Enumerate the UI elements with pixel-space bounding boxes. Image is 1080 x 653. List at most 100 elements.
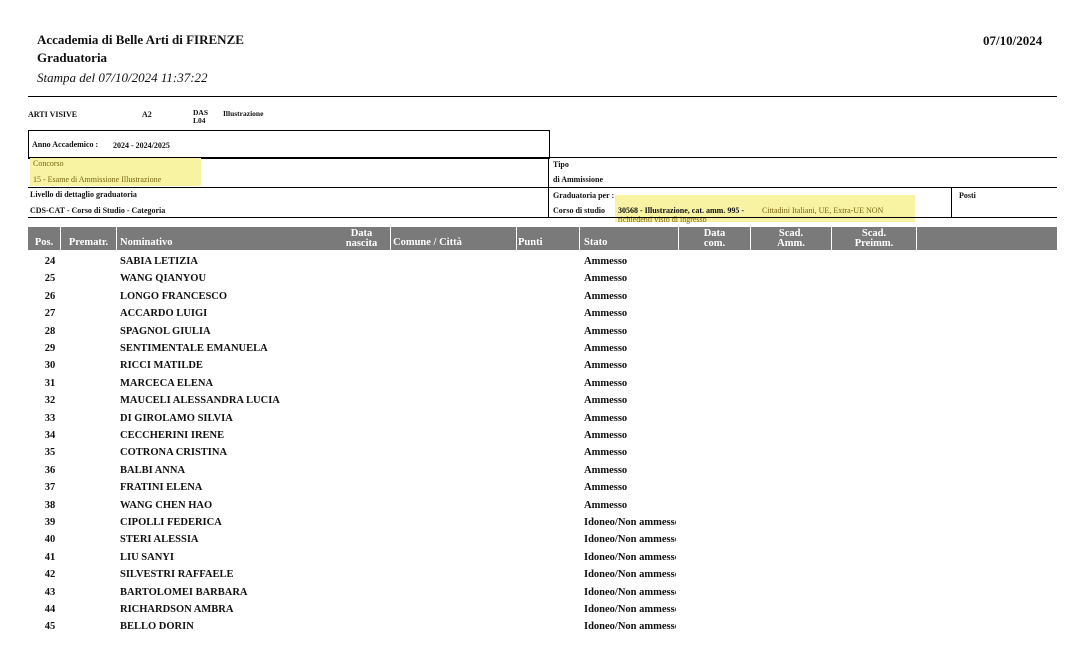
table-row: 45 BELLO DORIN Idoneo/Non ammesso <box>28 618 1028 635</box>
posti-label: Posti <box>959 191 976 200</box>
col-sep <box>116 227 117 250</box>
table-row: 30 RICCI MATILDE Ammesso <box>28 357 1028 374</box>
col-comune: Comune / Città <box>393 237 462 248</box>
col-nominativo: Nominativo <box>120 237 173 248</box>
table-row: 44 RICHARDSON AMBRA Idoneo/Non ammesso <box>28 601 1028 618</box>
cell-stato: Idoneo/Non ammesso <box>584 569 676 581</box>
cell-pos: 40 <box>44 534 56 546</box>
cell-pos: 24 <box>44 256 56 267</box>
col-data-nascita-2: nascita <box>345 238 378 249</box>
table-row: 28 SPAGNOL GIULIA Ammesso <box>28 323 1028 340</box>
cell-nominativo: MAUCELI ALESSANDRA LUCIA <box>120 395 280 407</box>
cell-stato: Ammesso <box>584 482 628 494</box>
cell-nominativo: SABIA LETIZIA <box>120 256 198 267</box>
anno-box <box>28 130 550 159</box>
header-rule <box>28 96 1057 97</box>
cell-pos: 41 <box>44 551 56 563</box>
tipo-label: Tipo <box>553 160 569 169</box>
table-row: 33 DI GIROLAMO SILVIA Ammesso <box>28 410 1028 427</box>
col-scad-preimm-2: Preimm. <box>854 238 894 249</box>
cell-stato: Ammesso <box>584 464 628 476</box>
print-timestamp: Stampa del 07/10/2024 11:37:22 <box>37 70 208 85</box>
cell-pos: 31 <box>44 377 56 389</box>
cell-nominativo: BALBI ANNA <box>120 464 186 476</box>
cell-stato: Idoneo/Non ammesso <box>584 517 676 528</box>
cell-nominativo: STERI ALESSIA <box>120 534 199 546</box>
col-sep <box>579 227 580 250</box>
col-scad-amm: Scad. Amm. <box>751 228 831 249</box>
course-area: ARTI VISIVE <box>28 110 78 119</box>
cell-pos: 32 <box>44 395 56 407</box>
cell-stato: Ammesso <box>584 412 628 424</box>
cell-stato: Idoneo/Non ammesso <box>584 621 676 633</box>
table-row: 43 BARTOLOMEI BARBARA Idoneo/Non ammesso <box>28 584 1028 601</box>
cell-nominativo: SENTIMENTALE EMANUELA <box>120 343 268 354</box>
cell-nominativo: BELLO DORIN <box>120 621 194 633</box>
cell-pos: 42 <box>44 569 56 581</box>
cell-nominativo: MARCECA ELENA <box>120 377 214 389</box>
cell-nominativo: LONGO FRANCESCO <box>120 290 228 302</box>
cell-nominativo: FRATINI ELENA <box>120 482 203 494</box>
info-rule-2 <box>28 187 1057 188</box>
table-row: 26 LONGO FRANCESCO Ammesso <box>28 288 1028 305</box>
table-row: 40 STERI ALESSIA Idoneo/Non ammesso <box>28 531 1028 548</box>
cell-stato: Ammesso <box>584 290 628 302</box>
cell-pos: 43 <box>44 586 56 598</box>
institution-title: Accademia di Belle Arti di FIRENZE <box>37 32 244 47</box>
table-row: 42 SILVESTRI RAFFAELE Idoneo/Non ammesso <box>28 566 1028 583</box>
posti-divider <box>951 187 952 217</box>
cell-stato: Ammesso <box>584 447 628 459</box>
col-sep <box>916 227 917 250</box>
cell-pos: 39 <box>44 517 56 528</box>
cell-nominativo: COTRONA CRISTINA <box>120 447 228 459</box>
cell-stato: Idoneo/Non ammesso <box>584 534 676 546</box>
cell-nominativo: RICCI MATILDE <box>120 360 203 372</box>
cell-pos: 26 <box>44 290 56 302</box>
livello-label: Livello di dettaglio graduatoria <box>30 190 137 199</box>
cell-nominativo: SPAGNOL GIULIA <box>120 325 211 337</box>
col-data-com-2: com. <box>703 238 726 249</box>
table-row: 32 MAUCELI ALESSANDRA LUCIA Ammesso <box>28 392 1028 409</box>
document-title: Graduatoria <box>37 50 108 65</box>
cell-nominativo: RICHARDSON AMBRA <box>120 604 234 615</box>
table-row: 35 COTRONA CRISTINA Ammesso <box>28 444 1028 461</box>
cell-pos: 44 <box>44 604 56 615</box>
report-date: 07/10/2024 <box>983 33 1043 48</box>
cell-nominativo: DI GIROLAMO SILVIA <box>120 412 233 424</box>
table-header: Pos. Prematr. Nominativo Data nascita Co… <box>28 227 1057 250</box>
table-row: 39 CIPOLLI FEDERICA Idoneo/Non ammesso <box>28 514 1028 531</box>
course-level: A2 <box>142 110 152 119</box>
info-rule-3 <box>28 217 1057 218</box>
cell-stato: Idoneo/Non ammesso <box>584 586 676 598</box>
cell-stato: Ammesso <box>584 395 628 407</box>
cell-stato: Ammesso <box>584 308 628 320</box>
cell-stato: Ammesso <box>584 499 628 511</box>
cell-pos: 30 <box>44 360 56 372</box>
course-name: Illustrazione <box>223 109 264 118</box>
cell-stato: Ammesso <box>584 343 628 354</box>
concorso-value: 15 - Esame di Ammissione Illustrazione <box>33 175 162 184</box>
cell-stato: Ammesso <box>584 377 628 389</box>
col-scad-amm-2: Amm. <box>777 238 805 249</box>
table-row: 34 CECCHERINI IRENE Ammesso <box>28 427 1028 444</box>
corso-label: Corso di studio <box>553 206 606 215</box>
livello-value: CDS-CAT - Corso di Studio - Categoria <box>30 206 166 215</box>
cell-pos: 25 <box>44 273 56 285</box>
col-sep <box>516 227 517 250</box>
col-stato: Stato <box>584 237 608 248</box>
table-row: 27 ACCARDO LUIGI Ammesso <box>28 305 1028 322</box>
cell-stato: Ammesso <box>584 360 628 372</box>
cell-pos: 37 <box>44 482 56 494</box>
table-row: 25 WANG QIANYOU Ammesso <box>28 270 1028 287</box>
corso-category: Cittadini Italiani, UE, Extra-UE NON <box>762 206 884 215</box>
cell-nominativo: ACCARDO LUIGI <box>120 308 208 320</box>
cell-pos: 38 <box>44 499 56 511</box>
cell-stato: Ammesso <box>584 430 628 441</box>
table-row: 24 SABIA LETIZIA Ammesso <box>28 253 1028 270</box>
cell-nominativo: LIU SANYI <box>120 551 174 563</box>
course-code: DAS L04 <box>193 109 208 125</box>
cell-nominativo: SILVESTRI RAFFAELE <box>120 569 234 581</box>
col-scad-preimm: Scad. Preimm. <box>832 228 916 249</box>
table-row: 41 LIU SANYI Idoneo/Non ammesso <box>28 549 1028 566</box>
cell-pos: 33 <box>44 412 56 424</box>
